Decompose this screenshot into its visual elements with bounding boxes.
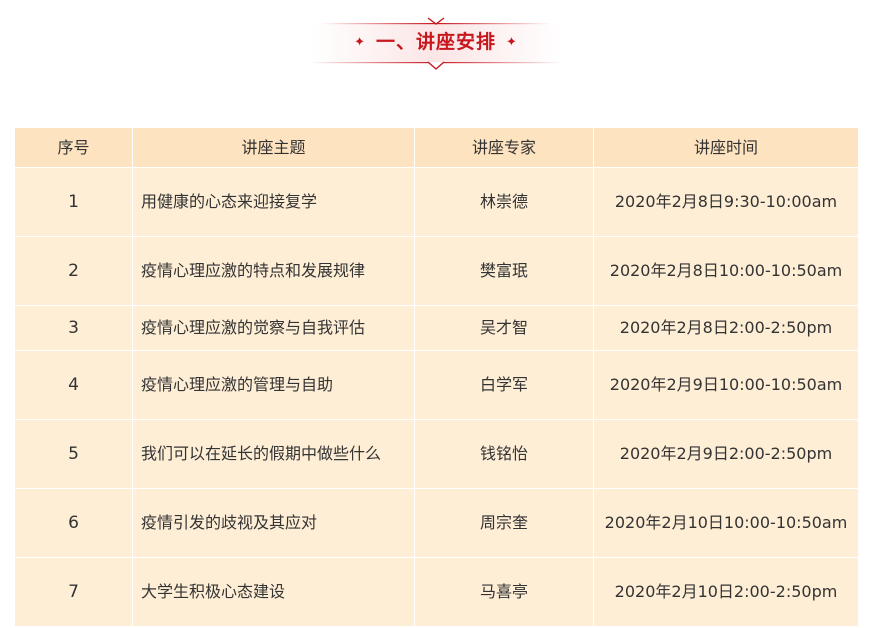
row-index: 6	[14, 488, 133, 558]
row-expert: 樊富珉	[414, 236, 594, 306]
row-expert: 白学军	[414, 350, 594, 420]
row-expert: 钱铭怡	[414, 419, 594, 489]
row-topic: 疫情引发的歧视及其应对	[132, 488, 415, 558]
row-time: 2020年2月8日9:30-10:00am	[593, 167, 859, 237]
row-time: 2020年2月9日2:00-2:50pm	[593, 419, 859, 489]
row-index: 4	[14, 350, 133, 420]
header-expert: 讲座专家	[414, 127, 594, 168]
row-expert: 周宗奎	[414, 488, 594, 558]
row-expert: 马喜亭	[414, 557, 594, 627]
header-index: 序号	[14, 127, 133, 168]
table-header-row: 序号 讲座主题 讲座专家 讲座时间	[14, 127, 859, 168]
row-topic: 疫情心理应激的觉察与自我评估	[132, 305, 415, 351]
table-row: 7 大学生积极心态建设 马喜亭 2020年2月10日2:00-2:50pm	[14, 557, 859, 627]
row-time: 2020年2月10日10:00-10:50am	[593, 488, 859, 558]
star-right-icon: ✦	[506, 35, 518, 50]
row-time: 2020年2月9日10:00-10:50am	[593, 350, 859, 420]
row-index: 2	[14, 236, 133, 306]
row-expert: 吴才智	[414, 305, 594, 351]
table-row: 4 疫情心理应激的管理与自助 白学军 2020年2月9日10:00-10:50a…	[14, 350, 859, 420]
row-index: 1	[14, 167, 133, 237]
section-title-row: ✦ 一、讲座安排 ✦	[300, 30, 572, 55]
lecture-schedule-table: 序号 讲座主题 讲座专家 讲座时间 1 用健康的心态来迎接复学 林崇德 2020…	[14, 127, 859, 627]
row-time: 2020年2月8日2:00-2:50pm	[593, 305, 859, 351]
header-time: 讲座时间	[593, 127, 859, 168]
row-index: 5	[14, 419, 133, 489]
row-topic: 我们可以在延长的假期中做些什么	[132, 419, 415, 489]
row-time: 2020年2月10日2:00-2:50pm	[593, 557, 859, 627]
row-topic: 疫情心理应激的管理与自助	[132, 350, 415, 420]
section-title: 一、讲座安排	[375, 31, 496, 53]
row-index: 7	[14, 557, 133, 627]
row-topic: 大学生积极心态建设	[132, 557, 415, 627]
table-row: 1 用健康的心态来迎接复学 林崇德 2020年2月8日9:30-10:00am	[14, 167, 859, 237]
row-expert: 林崇德	[414, 167, 594, 237]
star-left-icon: ✦	[354, 35, 366, 50]
table-row: 2 疫情心理应激的特点和发展规律 樊富珉 2020年2月8日10:00-10:5…	[14, 236, 859, 306]
row-index: 3	[14, 305, 133, 351]
table-row: 6 疫情引发的歧视及其应对 周宗奎 2020年2月10日10:00-10:50a…	[14, 488, 859, 558]
lecture-schedule-table-wrapper: 序号 讲座主题 讲座专家 讲座时间 1 用健康的心态来迎接复学 林崇德 2020…	[14, 127, 859, 627]
row-time: 2020年2月8日10:00-10:50am	[593, 236, 859, 306]
header-topic: 讲座主题	[132, 127, 415, 168]
row-topic: 用健康的心态来迎接复学	[132, 167, 415, 237]
table-row: 5 我们可以在延长的假期中做些什么 钱铭怡 2020年2月9日2:00-2:50…	[14, 419, 859, 489]
row-topic: 疫情心理应激的特点和发展规律	[132, 236, 415, 306]
table-row: 3 疫情心理应激的觉察与自我评估 吴才智 2020年2月8日2:00-2:50p…	[14, 305, 859, 351]
section-heading-banner: ✦ 一、讲座安排 ✦	[300, 12, 572, 72]
